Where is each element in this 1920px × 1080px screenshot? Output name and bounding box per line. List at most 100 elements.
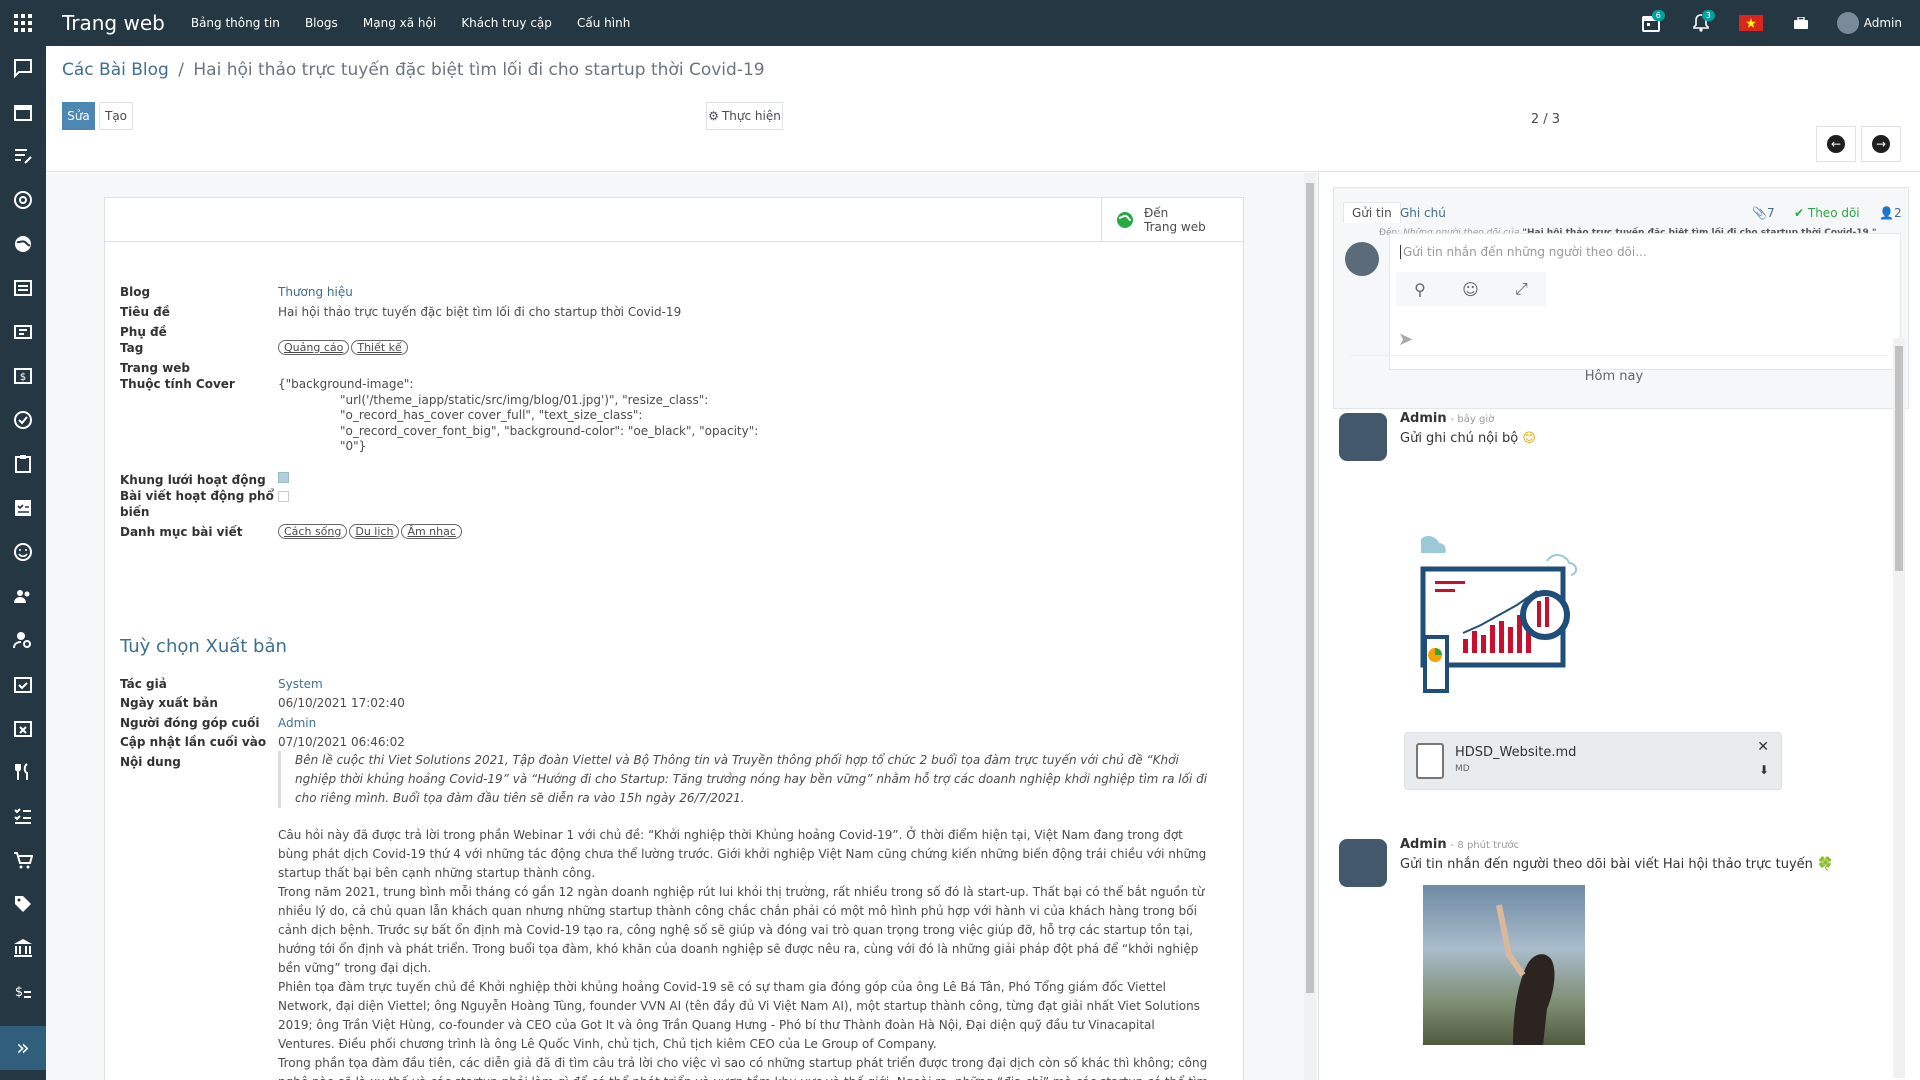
message-avatar[interactable] (1339, 839, 1387, 887)
content-paragraph: Phiên tọa đàm trực tuyến chủ đề Khởi ngh… (278, 980, 1200, 1051)
bank-icon[interactable] (0, 926, 46, 970)
globe-icon[interactable] (0, 222, 46, 266)
message-text: Gửi ghi chú nội bộ (1400, 431, 1519, 446)
menu-config[interactable]: Cấu hình (577, 16, 630, 30)
website-icon[interactable] (0, 266, 46, 310)
tasks-icon[interactable] (0, 486, 46, 530)
tag-icon[interactable] (0, 882, 46, 926)
app-brand[interactable]: Trang web (62, 11, 165, 35)
survey-icon[interactable] (0, 794, 46, 838)
content-body[interactable]: Câu hỏi này đã được trả lời trong phần W… (278, 826, 1213, 1080)
send-message-tab[interactable]: Gửi tin (1343, 202, 1401, 223)
author-field[interactable]: System (278, 677, 323, 691)
category-badge[interactable]: Âm nhạc (401, 524, 462, 539)
top-navbar: Trang web Bảng thông tin Blogs Mạng xã h… (0, 0, 1920, 46)
menu-dashboard[interactable]: Bảng thông tin (191, 16, 280, 30)
payment-icon[interactable]: $ (0, 970, 46, 1014)
attachment-card[interactable]: HDSD_Website.md MD ✕ ⬇ (1404, 732, 1782, 790)
user-menu[interactable]: Admin (1836, 12, 1902, 34)
restaurant-icon[interactable] (0, 750, 46, 794)
divider (1349, 355, 1889, 356)
pubdate-label: Ngày xuất bản (120, 696, 218, 710)
attachment-ext: MD (1455, 764, 1470, 774)
calendar-icon[interactable] (0, 90, 46, 134)
button-box: Đến Trang web (105, 198, 1243, 242)
calendar-badge: 6 (1651, 10, 1665, 21)
category-badge[interactable]: Du lịch (349, 524, 400, 539)
chatter-scrollbar[interactable] (1893, 338, 1905, 1078)
invoice-icon[interactable]: $ (0, 354, 46, 398)
contributor-label: Người đóng góp cuối (120, 716, 260, 730)
ticket-icon[interactable] (0, 310, 46, 354)
blog-field[interactable]: Thương hiệu (278, 285, 353, 299)
cover-line: "o_record_has_cover cover_full", "text_s… (340, 408, 643, 422)
events-icon[interactable] (0, 662, 46, 706)
grid-checkbox[interactable] (278, 472, 289, 483)
user-name: Admin (1863, 16, 1902, 30)
calendar-x-icon[interactable] (0, 706, 46, 750)
message-author-name[interactable]: Admin (1400, 411, 1447, 426)
tag-badge[interactable]: Quảng cáo (278, 340, 350, 355)
email-icon[interactable] (0, 178, 46, 222)
action-button[interactable]: ⚙ Thực hiện (706, 102, 783, 130)
category-badge[interactable]: Cách sống (278, 524, 348, 539)
message-author-name[interactable]: Admin (1400, 837, 1447, 852)
pubdate-field[interactable]: 06/10/2021 17:02:40 (278, 696, 405, 710)
tag-field[interactable]: Quảng cáo Thiết kế (278, 340, 410, 355)
form-scrollbar-thumb[interactable] (1306, 183, 1314, 993)
bell-icon[interactable]: 3 (1687, 0, 1715, 46)
category-field[interactable]: Cách sống Du lịch Âm nhạc (278, 524, 464, 539)
user-avatar (1836, 12, 1859, 34)
create-button[interactable]: Tạo (99, 102, 133, 130)
attachment-count[interactable]: 📎7 (1752, 206, 1775, 220)
cart-icon[interactable] (0, 838, 46, 882)
paperclip-icon[interactable]: ⚲ (1414, 280, 1426, 299)
analytics-illustration[interactable] (1419, 535, 1581, 693)
website-label: Trang web (120, 361, 191, 375)
popular-checkbox[interactable] (278, 491, 289, 502)
breadcrumb-parent[interactable]: Các Bài Blog (62, 60, 169, 80)
discuss-icon[interactable] (0, 46, 46, 90)
form-scrollbar[interactable] (1304, 173, 1316, 1080)
log-note-tab[interactable]: Ghi chú (1400, 206, 1446, 220)
chatter-scrollbar-thumb[interactable] (1895, 346, 1903, 571)
clipboard-icon[interactable] (0, 442, 46, 486)
notes-icon[interactable] (0, 134, 46, 178)
remove-attachment-icon[interactable]: ✕ (1757, 739, 1769, 755)
pager-previous-button[interactable]: ← (1816, 126, 1856, 162)
post-photo[interactable] (1423, 885, 1585, 1045)
user-search-icon[interactable] (0, 618, 46, 662)
edit-button[interactable]: Sửa (62, 102, 95, 130)
expand-sidebar-icon[interactable]: » (0, 1026, 46, 1070)
clover-emoji-icon: 🍀 (1817, 857, 1834, 872)
emoji-icon[interactable]: ☺ (1462, 280, 1479, 299)
go-to-website-button[interactable]: Đến Trang web (1101, 198, 1243, 242)
menu-blogs[interactable]: Blogs (305, 16, 338, 30)
menu-visitors[interactable]: Khách truy cập (461, 16, 552, 30)
message-avatar[interactable] (1339, 413, 1387, 461)
download-icon[interactable]: ⬇ (1759, 763, 1769, 777)
message-input[interactable]: Gửi tin nhắn đến những người theo dõi... (1400, 245, 1647, 259)
contributor-field[interactable]: Admin (278, 716, 316, 730)
followers-button[interactable]: 👤2 (1879, 206, 1902, 220)
title-field[interactable]: Hai hội thảo trực tuyến đặc biệt tìm lối… (278, 305, 681, 319)
content-paragraph: Trong năm 2021, trung bình mỗi tháng có … (278, 885, 1205, 975)
message-body: Gửi ghi chú nội bộ 😊 (1400, 431, 1536, 446)
send-icon[interactable]: ➤ (1398, 329, 1413, 350)
smiley-icon[interactable] (0, 530, 46, 574)
vietnam-flag-icon[interactable] (1737, 0, 1765, 46)
follow-button[interactable]: ✔ Theo dõi (1794, 206, 1860, 220)
cover-field[interactable]: {"background-image": "url('/theme_iapp/s… (278, 377, 758, 455)
tag-badge[interactable]: Thiết kế (351, 340, 408, 355)
menu-social[interactable]: Mạng xã hội (363, 16, 436, 30)
cover-line: "o_record_cover_font_big", "background-c… (340, 423, 759, 438)
chatter-panel: Gửi tin Ghi chú 📎7 ✔ Theo dõi 👤2 Đến: Nh… (1318, 173, 1920, 1080)
contacts-icon[interactable] (0, 574, 46, 618)
calendar-systray-icon[interactable]: 6 (1637, 0, 1665, 46)
check-circle-icon[interactable] (0, 398, 46, 442)
expand-icon[interactable]: ⤢ (1515, 279, 1528, 299)
apps-menu-icon[interactable] (0, 0, 46, 46)
pager-next-button[interactable]: → (1861, 126, 1901, 162)
briefcase-icon[interactable] (1787, 0, 1815, 46)
breadcrumb-current: Hai hội thảo trực tuyến đặc biệt tìm lối… (193, 60, 765, 80)
